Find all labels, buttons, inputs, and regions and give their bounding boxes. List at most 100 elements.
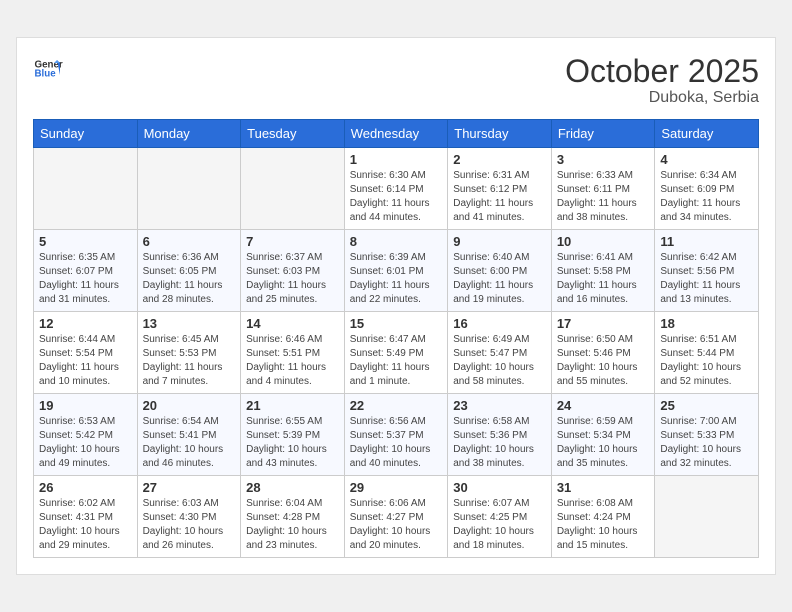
day-number: 26 xyxy=(39,480,132,495)
day-number: 18 xyxy=(660,316,753,331)
day-number: 11 xyxy=(660,234,753,249)
day-info: Sunrise: 6:30 AM Sunset: 6:14 PM Dayligh… xyxy=(350,169,443,225)
day-number: 17 xyxy=(557,316,650,331)
day-number: 1 xyxy=(350,152,443,167)
calendar-cell: 17Sunrise: 6:50 AM Sunset: 5:46 PM Dayli… xyxy=(551,312,655,394)
calendar-cell: 22Sunrise: 6:56 AM Sunset: 5:37 PM Dayli… xyxy=(344,394,448,476)
weekday-header-sunday: Sunday xyxy=(34,120,138,148)
calendar-cell: 10Sunrise: 6:41 AM Sunset: 5:58 PM Dayli… xyxy=(551,230,655,312)
calendar-cell: 18Sunrise: 6:51 AM Sunset: 5:44 PM Dayli… xyxy=(655,312,759,394)
day-info: Sunrise: 6:37 AM Sunset: 6:03 PM Dayligh… xyxy=(246,251,339,307)
day-info: Sunrise: 6:58 AM Sunset: 5:36 PM Dayligh… xyxy=(453,415,546,471)
day-info: Sunrise: 7:00 AM Sunset: 5:33 PM Dayligh… xyxy=(660,415,753,471)
day-number: 13 xyxy=(143,316,236,331)
calendar-cell: 3 Sunrise: 6:33 AM Sunset: 6:11 PM Daylig… xyxy=(551,148,655,230)
calendar-cell: 19 Sunrise: 6:53 AM Sunset: 5:42 PM Dayli… xyxy=(34,394,138,476)
calendar-cell: 12 Sunrise: 6:44 AM Sunset: 5:54 PM Dayli… xyxy=(34,312,138,394)
day-info: Sunrise: 6:42 AM Sunset: 5:56 PM Dayligh… xyxy=(660,251,753,307)
calendar-cell xyxy=(34,148,138,230)
day-number: 19 xyxy=(39,398,132,413)
calendar-cell: 23 Sunrise: 6:58 AM Sunset: 5:36 PM Dayli… xyxy=(448,394,552,476)
day-number: 9 xyxy=(453,234,546,249)
svg-text:Blue: Blue xyxy=(35,68,57,79)
calendar-cell: 9 Sunrise: 6:40 AM Sunset: 6:00 PM Daylig… xyxy=(448,230,552,312)
logo: General Blue xyxy=(33,54,63,84)
day-number: 31 xyxy=(557,480,650,495)
calendar-cell: 28Sunrise: 6:04 AM Sunset: 4:28 PM Dayli… xyxy=(241,476,345,558)
calendar-cell: 25 Sunrise: 7:00 AM Sunset: 5:33 PM Dayli… xyxy=(655,394,759,476)
day-info: Sunrise: 6:02 AM Sunset: 4:31 PM Dayligh… xyxy=(39,497,132,553)
weekday-header-wednesday: Wednesday xyxy=(344,120,448,148)
day-info: Sunrise: 6:33 AM Sunset: 6:11 PM Dayligh… xyxy=(557,169,650,225)
day-info: Sunrise: 6:03 AM Sunset: 4:30 PM Dayligh… xyxy=(143,497,236,553)
day-number: 29 xyxy=(350,480,443,495)
weekday-header-tuesday: Tuesday xyxy=(241,120,345,148)
calendar-cell: 1 Sunrise: 6:30 AM Sunset: 6:14 PM Daylig… xyxy=(344,148,448,230)
day-info: Sunrise: 6:35 AM Sunset: 6:07 PM Dayligh… xyxy=(39,251,132,307)
calendar-cell: 27 Sunrise: 6:03 AM Sunset: 4:30 PM Dayli… xyxy=(137,476,241,558)
calendar-cell: 26 Sunrise: 6:02 AM Sunset: 4:31 PM Dayli… xyxy=(34,476,138,558)
day-number: 15 xyxy=(350,316,443,331)
calendar-cell: 14 Sunrise: 6:46 AM Sunset: 5:51 PM Dayli… xyxy=(241,312,345,394)
week-row-5: 26 Sunrise: 6:02 AM Sunset: 4:31 PM Dayli… xyxy=(34,476,759,558)
day-number: 12 xyxy=(39,316,132,331)
day-number: 14 xyxy=(246,316,339,331)
day-number: 25 xyxy=(660,398,753,413)
day-info: Sunrise: 6:07 AM Sunset: 4:25 PM Dayligh… xyxy=(453,497,546,553)
day-number: 27 xyxy=(143,480,236,495)
day-info: Sunrise: 6:47 AM Sunset: 5:49 PM Dayligh… xyxy=(350,333,443,389)
calendar-cell: 29Sunrise: 6:06 AM Sunset: 4:27 PM Dayli… xyxy=(344,476,448,558)
day-number: 6 xyxy=(143,234,236,249)
day-number: 23 xyxy=(453,398,546,413)
calendar-cell: 2Sunrise: 6:31 AM Sunset: 6:12 PM Daylig… xyxy=(448,148,552,230)
title-block: October 2025 Duboka, Serbia xyxy=(565,54,759,107)
calendar-cell xyxy=(655,476,759,558)
calendar-cell: 24 Sunrise: 6:59 AM Sunset: 5:34 PM Dayli… xyxy=(551,394,655,476)
day-number: 20 xyxy=(143,398,236,413)
day-info: Sunrise: 6:34 AM Sunset: 6:09 PM Dayligh… xyxy=(660,169,753,225)
day-info: Sunrise: 6:59 AM Sunset: 5:34 PM Dayligh… xyxy=(557,415,650,471)
calendar-cell: 31 Sunrise: 6:08 AM Sunset: 4:24 PM Dayli… xyxy=(551,476,655,558)
day-info: Sunrise: 6:45 AM Sunset: 5:53 PM Dayligh… xyxy=(143,333,236,389)
header-row: SundayMondayTuesdayWednesdayThursdayFrid… xyxy=(34,120,759,148)
week-row-3: 12 Sunrise: 6:44 AM Sunset: 5:54 PM Dayli… xyxy=(34,312,759,394)
day-info: Sunrise: 6:49 AM Sunset: 5:47 PM Dayligh… xyxy=(453,333,546,389)
day-number: 4 xyxy=(660,152,753,167)
location-title: Duboka, Serbia xyxy=(565,89,759,107)
calendar-cell: 13 Sunrise: 6:45 AM Sunset: 5:53 PM Dayli… xyxy=(137,312,241,394)
day-info: Sunrise: 6:46 AM Sunset: 5:51 PM Dayligh… xyxy=(246,333,339,389)
day-info: Sunrise: 6:40 AM Sunset: 6:00 PM Dayligh… xyxy=(453,251,546,307)
calendar-cell: 7Sunrise: 6:37 AM Sunset: 6:03 PM Daylig… xyxy=(241,230,345,312)
day-info: Sunrise: 6:41 AM Sunset: 5:58 PM Dayligh… xyxy=(557,251,650,307)
day-info: Sunrise: 6:54 AM Sunset: 5:41 PM Dayligh… xyxy=(143,415,236,471)
day-info: Sunrise: 6:44 AM Sunset: 5:54 PM Dayligh… xyxy=(39,333,132,389)
calendar-cell: 21 Sunrise: 6:55 AM Sunset: 5:39 PM Dayli… xyxy=(241,394,345,476)
weekday-header-thursday: Thursday xyxy=(448,120,552,148)
day-number: 5 xyxy=(39,234,132,249)
calendar-cell xyxy=(137,148,241,230)
month-title: October 2025 xyxy=(565,54,759,89)
day-info: Sunrise: 6:08 AM Sunset: 4:24 PM Dayligh… xyxy=(557,497,650,553)
week-row-1: 1 Sunrise: 6:30 AM Sunset: 6:14 PM Daylig… xyxy=(34,148,759,230)
calendar-container: General Blue October 2025 Duboka, Serbia… xyxy=(16,37,776,575)
calendar-cell: 5 Sunrise: 6:35 AM Sunset: 6:07 PM Daylig… xyxy=(34,230,138,312)
calendar-cell: 16 Sunrise: 6:49 AM Sunset: 5:47 PM Dayli… xyxy=(448,312,552,394)
day-info: Sunrise: 6:56 AM Sunset: 5:37 PM Dayligh… xyxy=(350,415,443,471)
week-row-2: 5 Sunrise: 6:35 AM Sunset: 6:07 PM Daylig… xyxy=(34,230,759,312)
calendar-cell xyxy=(241,148,345,230)
day-number: 3 xyxy=(557,152,650,167)
calendar-cell: 15 Sunrise: 6:47 AM Sunset: 5:49 PM Dayli… xyxy=(344,312,448,394)
day-number: 16 xyxy=(453,316,546,331)
day-number: 21 xyxy=(246,398,339,413)
day-info: Sunrise: 6:31 AM Sunset: 6:12 PM Dayligh… xyxy=(453,169,546,225)
calendar-table: SundayMondayTuesdayWednesdayThursdayFrid… xyxy=(33,119,759,558)
calendar-cell: 6 Sunrise: 6:36 AM Sunset: 6:05 PM Daylig… xyxy=(137,230,241,312)
day-info: Sunrise: 6:55 AM Sunset: 5:39 PM Dayligh… xyxy=(246,415,339,471)
weekday-header-friday: Friday xyxy=(551,120,655,148)
day-info: Sunrise: 6:36 AM Sunset: 6:05 PM Dayligh… xyxy=(143,251,236,307)
day-info: Sunrise: 6:53 AM Sunset: 5:42 PM Dayligh… xyxy=(39,415,132,471)
day-info: Sunrise: 6:04 AM Sunset: 4:28 PM Dayligh… xyxy=(246,497,339,553)
weekday-header-saturday: Saturday xyxy=(655,120,759,148)
day-number: 24 xyxy=(557,398,650,413)
day-number: 8 xyxy=(350,234,443,249)
